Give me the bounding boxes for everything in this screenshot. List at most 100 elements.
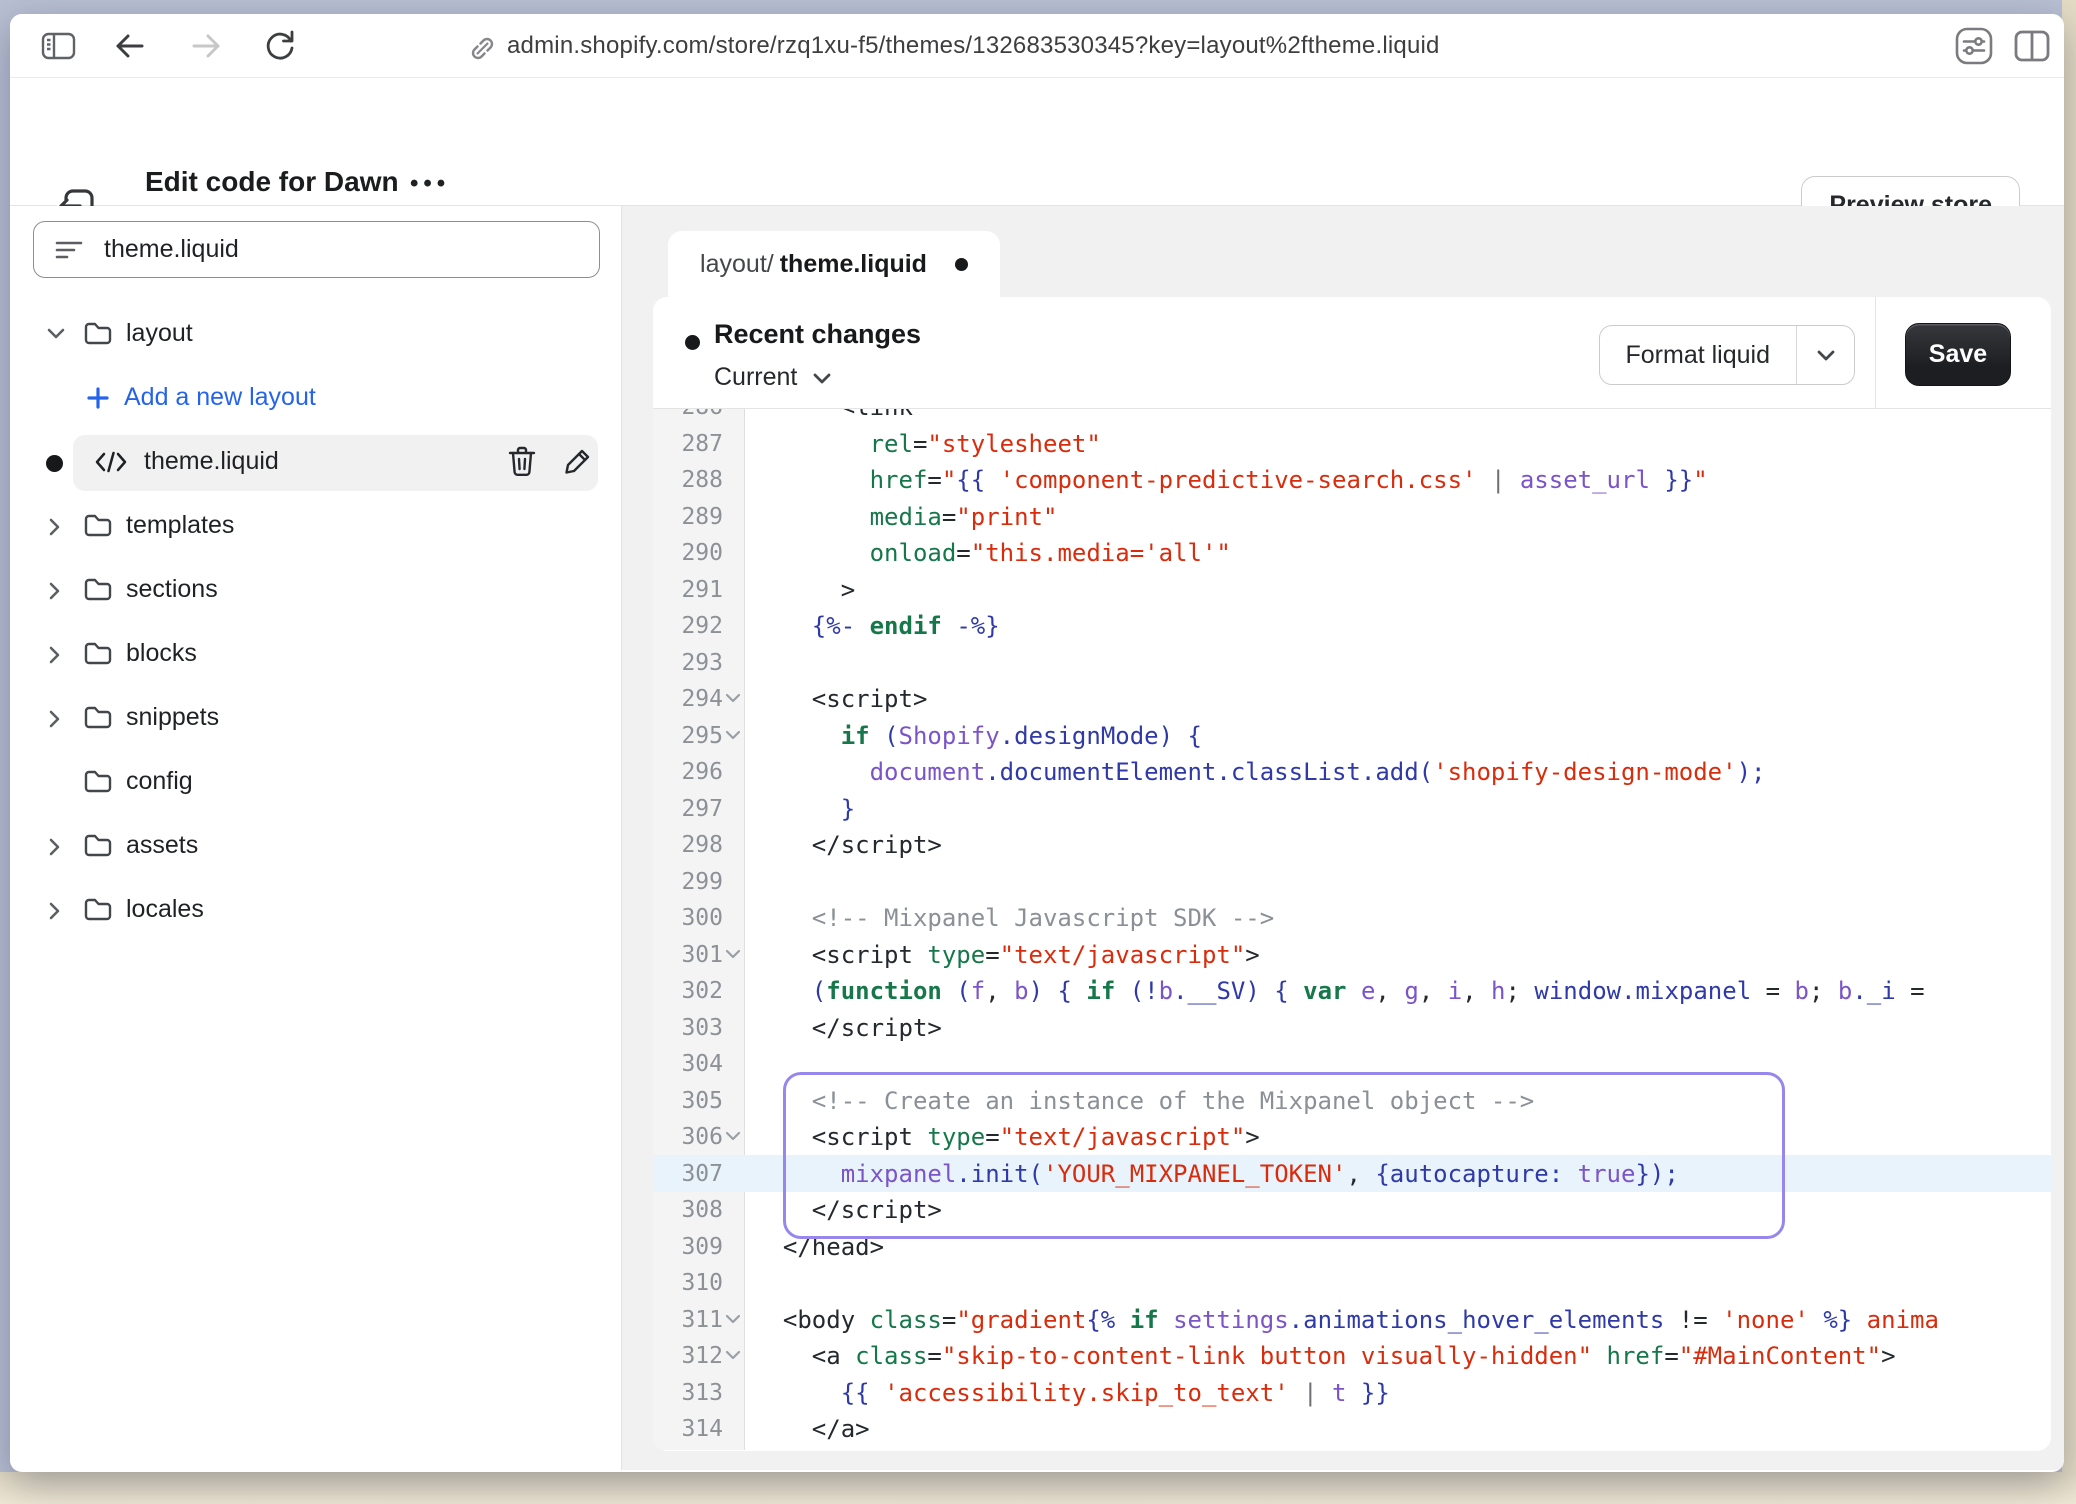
line-number: 288 (653, 462, 723, 499)
delete-file-icon[interactable] (506, 445, 542, 481)
line-number: 300 (653, 900, 723, 937)
split-view-icon[interactable] (2012, 28, 2052, 64)
code-line-290[interactable]: 290 onload="this.media='all'" (653, 535, 2051, 572)
sidebar-item-locales[interactable]: locales (10, 879, 621, 943)
browser-sidebar-toggle-icon[interactable] (40, 29, 77, 63)
sidebar-item-theme-liquid[interactable]: theme.liquid (10, 431, 621, 495)
more-menu-icon[interactable]: ••• (410, 170, 450, 198)
code-line-309[interactable]: 309 </head> (653, 1229, 2051, 1266)
code-line-307[interactable]: 307 mixpanel.init('YOUR_MIXPANEL_TOKEN',… (653, 1156, 2051, 1193)
code-text: <!-- Create an instance of the Mixpanel … (754, 1083, 2051, 1120)
folder-icon (82, 575, 114, 603)
code-area[interactable]: 286 <link287 rel="stylesheet"288 href="{… (653, 409, 2051, 1450)
code-line-302[interactable]: 302 (function (f, b) { if (!b.__SV) { va… (653, 973, 2051, 1010)
code-text: </script> (754, 1192, 2051, 1229)
code-line-292[interactable]: 292 {%- endif -%} (653, 608, 2051, 645)
code-line-313[interactable]: 313 {{ 'accessibility.skip_to_text' | t … (653, 1375, 2051, 1412)
code-line-308[interactable]: 308 </script> (653, 1192, 2051, 1229)
sidebar-item-layout[interactable]: layout (10, 303, 621, 367)
code-line-311[interactable]: 311 <body class="gradient{% if settings.… (653, 1302, 2051, 1339)
fold-chevron-icon[interactable] (725, 948, 741, 960)
format-liquid-caret[interactable] (1796, 326, 1854, 384)
folder-icon (82, 639, 114, 667)
sidebar-item-templates[interactable]: templates (10, 495, 621, 559)
fold-chevron-icon[interactable] (725, 1349, 741, 1361)
chevron-right-icon[interactable] (44, 579, 64, 603)
line-number: 299 (653, 864, 723, 901)
editor-panel: Recent changes Current Format liquid (653, 297, 2051, 1451)
code-file-icon (94, 450, 128, 474)
code-text: <body class="gradient{% if settings.anim… (754, 1302, 2051, 1339)
address-bar[interactable]: admin.shopify.com/store/rzq1xu-f5/themes… (507, 32, 1440, 60)
link-icon (465, 31, 495, 61)
chevron-right-icon[interactable] (44, 899, 64, 923)
fold-chevron-icon[interactable] (725, 692, 741, 704)
code-line-291[interactable]: 291 > (653, 572, 2051, 609)
sidebar-item-config[interactable]: config (10, 751, 621, 815)
chevron-down-icon (811, 371, 833, 385)
code-line-310[interactable]: 310 (653, 1265, 2051, 1302)
chevron-right-icon[interactable] (44, 707, 64, 731)
code-line-312[interactable]: 312 <a class="skip-to-content-link butto… (653, 1338, 2051, 1375)
code-line-305[interactable]: 305 <!-- Create an instance of the Mixpa… (653, 1083, 2051, 1120)
sidebar-item-add-a-new-layout[interactable]: Add a new layout (10, 367, 621, 431)
code-line-298[interactable]: 298 </script> (653, 827, 2051, 864)
code-line-300[interactable]: 300 <!-- Mixpanel Javascript SDK --> (653, 900, 2051, 937)
line-number: 289 (653, 499, 723, 536)
tab-file-name: theme.liquid (780, 250, 927, 279)
fold-chevron-icon[interactable] (725, 1313, 741, 1325)
fold-chevron-icon[interactable] (725, 729, 741, 741)
rename-file-icon[interactable] (562, 445, 598, 481)
code-line-286[interactable]: 286 <link (653, 409, 2051, 426)
code-text: <link (754, 409, 2051, 426)
format-liquid-button[interactable]: Format liquid (1599, 325, 1856, 385)
code-line-287[interactable]: 287 rel="stylesheet" (653, 426, 2051, 463)
code-line-304[interactable]: 304 (653, 1046, 2051, 1083)
chevron-right-icon[interactable] (44, 515, 64, 539)
code-line-314[interactable]: 314 </a> (653, 1411, 2051, 1448)
page-settings-icon[interactable] (1952, 24, 1996, 68)
sidebar-item-blocks[interactable]: blocks (10, 623, 621, 687)
code-line-299[interactable]: 299 (653, 864, 2051, 901)
code-line-306[interactable]: 306 <script type="text/javascript"> (653, 1119, 2051, 1156)
line-number: 295 (653, 718, 723, 755)
chevron-right-icon[interactable] (44, 643, 64, 667)
line-number: 314 (653, 1411, 723, 1448)
code-line-288[interactable]: 288 href="{{ 'component-predictive-searc… (653, 462, 2051, 499)
folder-icon (82, 511, 114, 539)
version-dropdown[interactable]: Current (714, 363, 833, 392)
folder-icon (82, 831, 114, 859)
forward-icon (188, 31, 224, 61)
line-number: 290 (653, 535, 723, 572)
sidebar-item-sections[interactable]: sections (10, 559, 621, 623)
desktop-background-right (2062, 0, 2076, 1504)
chevron-right-icon[interactable] (44, 835, 64, 859)
tab-theme-liquid[interactable]: layout/theme.liquid (668, 231, 1000, 298)
browser-toolbar: admin.shopify.com/store/rzq1xu-f5/themes… (10, 14, 2064, 78)
sidebar-item-snippets[interactable]: snippets (10, 687, 621, 751)
code-line-294[interactable]: 294 <script> (653, 681, 2051, 718)
code-line-296[interactable]: 296 document.documentElement.classList.a… (653, 754, 2051, 791)
code-text: </a> (754, 1411, 2051, 1448)
back-icon[interactable] (112, 31, 148, 61)
code-line-303[interactable]: 303 </script> (653, 1010, 2051, 1047)
save-button[interactable]: Save (1905, 323, 2011, 386)
file-search-input[interactable]: theme.liquid (33, 221, 600, 278)
code-text: <script type="text/javascript"> (754, 937, 2051, 974)
tree-item-label: theme.liquid (144, 447, 279, 476)
code-line-297[interactable]: 297 } (653, 791, 2051, 828)
tree-item-label: sections (126, 575, 218, 604)
code-line-295[interactable]: 295 if (Shopify.designMode) { (653, 718, 2051, 755)
code-text: document.documentElement.classList.add('… (754, 754, 2051, 791)
reload-icon[interactable] (262, 28, 298, 64)
code-line-301[interactable]: 301 <script type="text/javascript"> (653, 937, 2051, 974)
code-line-293[interactable]: 293 (653, 645, 2051, 682)
code-text: {%- endif -%} (754, 608, 2051, 645)
tree-item-label: snippets (126, 703, 219, 732)
fold-chevron-icon[interactable] (725, 1130, 741, 1142)
code-line-289[interactable]: 289 media="print" (653, 499, 2051, 536)
sidebar-item-assets[interactable]: assets (10, 815, 621, 879)
code-text: <script type="text/javascript"> (754, 1119, 2051, 1156)
line-number: 293 (653, 645, 723, 682)
chevron-down-icon[interactable] (44, 323, 68, 343)
